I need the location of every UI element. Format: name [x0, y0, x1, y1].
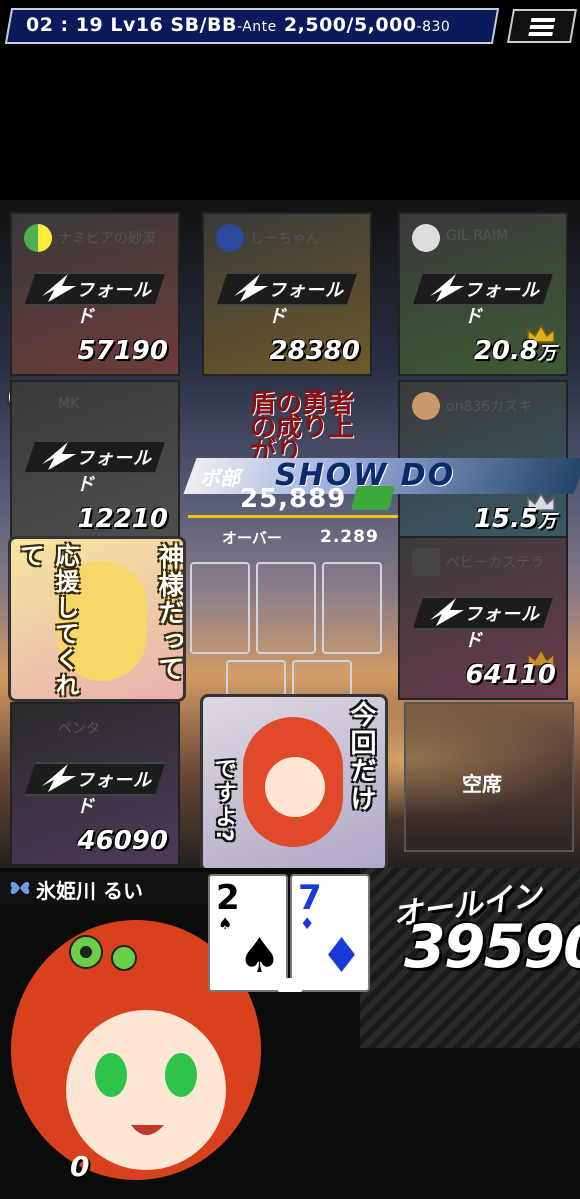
player-name: しーちゃん: [250, 231, 320, 247]
stamp-text-2: ですよ?: [211, 757, 236, 844]
beginner-icon: [24, 224, 52, 252]
level: Lv16: [110, 14, 164, 36]
anime-title-logo: 盾の勇者の成り上がり: [250, 389, 355, 467]
player-chips: 46090: [77, 826, 168, 856]
chips-value: 15.5: [473, 504, 538, 534]
menu-button[interactable]: [507, 9, 577, 43]
seat-3[interactable]: GIL RAIM フォールド 20.8万: [398, 212, 568, 376]
fold-status: フォールド: [216, 264, 358, 327]
fold-label: フォールド: [76, 770, 152, 817]
fold-label: フォールド: [464, 280, 540, 327]
fold-status: フォールド: [24, 432, 166, 495]
player-bet: 0: [70, 1150, 90, 1183]
card-rank: 7: [298, 878, 322, 918]
fold-label: フォールド: [76, 280, 152, 327]
stamp-face: [265, 757, 325, 817]
hole-card-2: 7 ♦ ♦: [290, 874, 370, 992]
timer: 02 : 19: [26, 14, 104, 36]
player-name: ベビーカステラ: [446, 555, 544, 571]
fold-status: フォールド: [412, 264, 554, 327]
fold-label: フォールド: [76, 448, 152, 495]
player-icon: [412, 224, 440, 252]
stamp-text-2: 応援してくれて: [16, 543, 79, 699]
player-chips: 20.8万: [474, 336, 556, 366]
player-chips: 12210: [77, 504, 168, 534]
player-name: on836カズキ: [446, 399, 533, 415]
ante-label: -Ante: [236, 19, 277, 35]
spade-icon: ♠: [238, 928, 282, 984]
community-card-slot: [190, 562, 250, 654]
fold-label: フォールド: [268, 280, 344, 327]
seat-4[interactable]: MK フォールド 12210: [10, 380, 180, 544]
chips-unit: 万: [538, 511, 556, 532]
chat-stamp-center: 今回だけ ですよ?: [200, 694, 388, 872]
chip-icon: [350, 486, 396, 510]
hamburger-icon-bar: [528, 32, 553, 36]
fold-arrow-icon: [430, 274, 464, 302]
community-card-slot: [322, 562, 382, 654]
fold-status: フォールド: [24, 754, 166, 817]
fold-arrow-icon: [42, 442, 76, 470]
chips-unit: 万: [538, 343, 556, 364]
player-name: ナミビアの砂漠: [58, 231, 156, 247]
hamburger-icon: [530, 18, 556, 22]
stamp-text-1: 今回だけ: [346, 701, 376, 813]
fold-arrow-icon: [42, 764, 76, 792]
stamp-text-1: 神様だって: [154, 543, 184, 683]
chat-stamp-left: 神様だって 応援してくれて: [8, 536, 186, 702]
butterfly-icon: [10, 881, 30, 895]
seat-6[interactable]: ベビーカステラ フォールド 64110: [398, 536, 568, 700]
blind-info: 02 : 19 Lv16 SB/BB-Ante 2,500/5,000-830: [26, 14, 450, 36]
blinds-value: 2,500/5,000: [283, 14, 417, 36]
card-rank: 2: [216, 878, 240, 918]
player-name: 氷姫川 るい: [36, 879, 143, 903]
seat-1[interactable]: ナミビアの砂漠 フォールド 57190: [10, 212, 180, 376]
over-label: オーバー: [222, 529, 282, 547]
player-name: ペンタ: [58, 721, 100, 737]
player-chips: 57190: [77, 336, 168, 366]
pot-underline: [188, 515, 398, 518]
pot-amount: 25,889: [240, 484, 347, 514]
community-card-slot: [256, 562, 316, 654]
stamp-icon: [412, 548, 440, 576]
fold-arrow-icon: [42, 274, 76, 302]
hamburger-icon-bar: [529, 25, 555, 29]
fold-arrow-icon: [430, 598, 464, 626]
player-chips: 64110: [465, 660, 556, 690]
fold-status: フォールド: [412, 588, 554, 651]
player-chips: 28380: [269, 336, 360, 366]
diamond-icon: ♦: [320, 928, 364, 984]
player-chips: 15.5万: [474, 504, 556, 534]
player-stack: 39590: [404, 912, 580, 982]
chips-value: 20.8: [473, 336, 538, 366]
blinds-label: SB/BB: [170, 14, 237, 36]
card-options-button[interactable]: [278, 978, 302, 992]
player-name: MK: [58, 396, 80, 412]
seat-7[interactable]: ペンタ フォールド 46090: [10, 702, 180, 866]
fold-label: フォールド: [464, 604, 540, 651]
over-value: 2.289: [320, 527, 379, 547]
spade-icon: ♠: [218, 914, 233, 933]
ante-value: -830: [416, 19, 451, 35]
anniversary-icon: [216, 224, 244, 252]
hole-card-1: 2 ♠ ♠: [208, 874, 288, 992]
seat-2[interactable]: しーちゃん フォールド 28380: [202, 212, 372, 376]
diamond-icon: ♦: [300, 914, 315, 933]
fold-status: フォールド: [24, 264, 166, 327]
player-name: GIL RAIM: [446, 228, 509, 244]
food-icon: [412, 392, 440, 420]
banner-small-text: ボ部: [200, 466, 240, 490]
fold-arrow-icon: [234, 274, 268, 302]
empty-seat-label: 空席: [462, 772, 502, 796]
